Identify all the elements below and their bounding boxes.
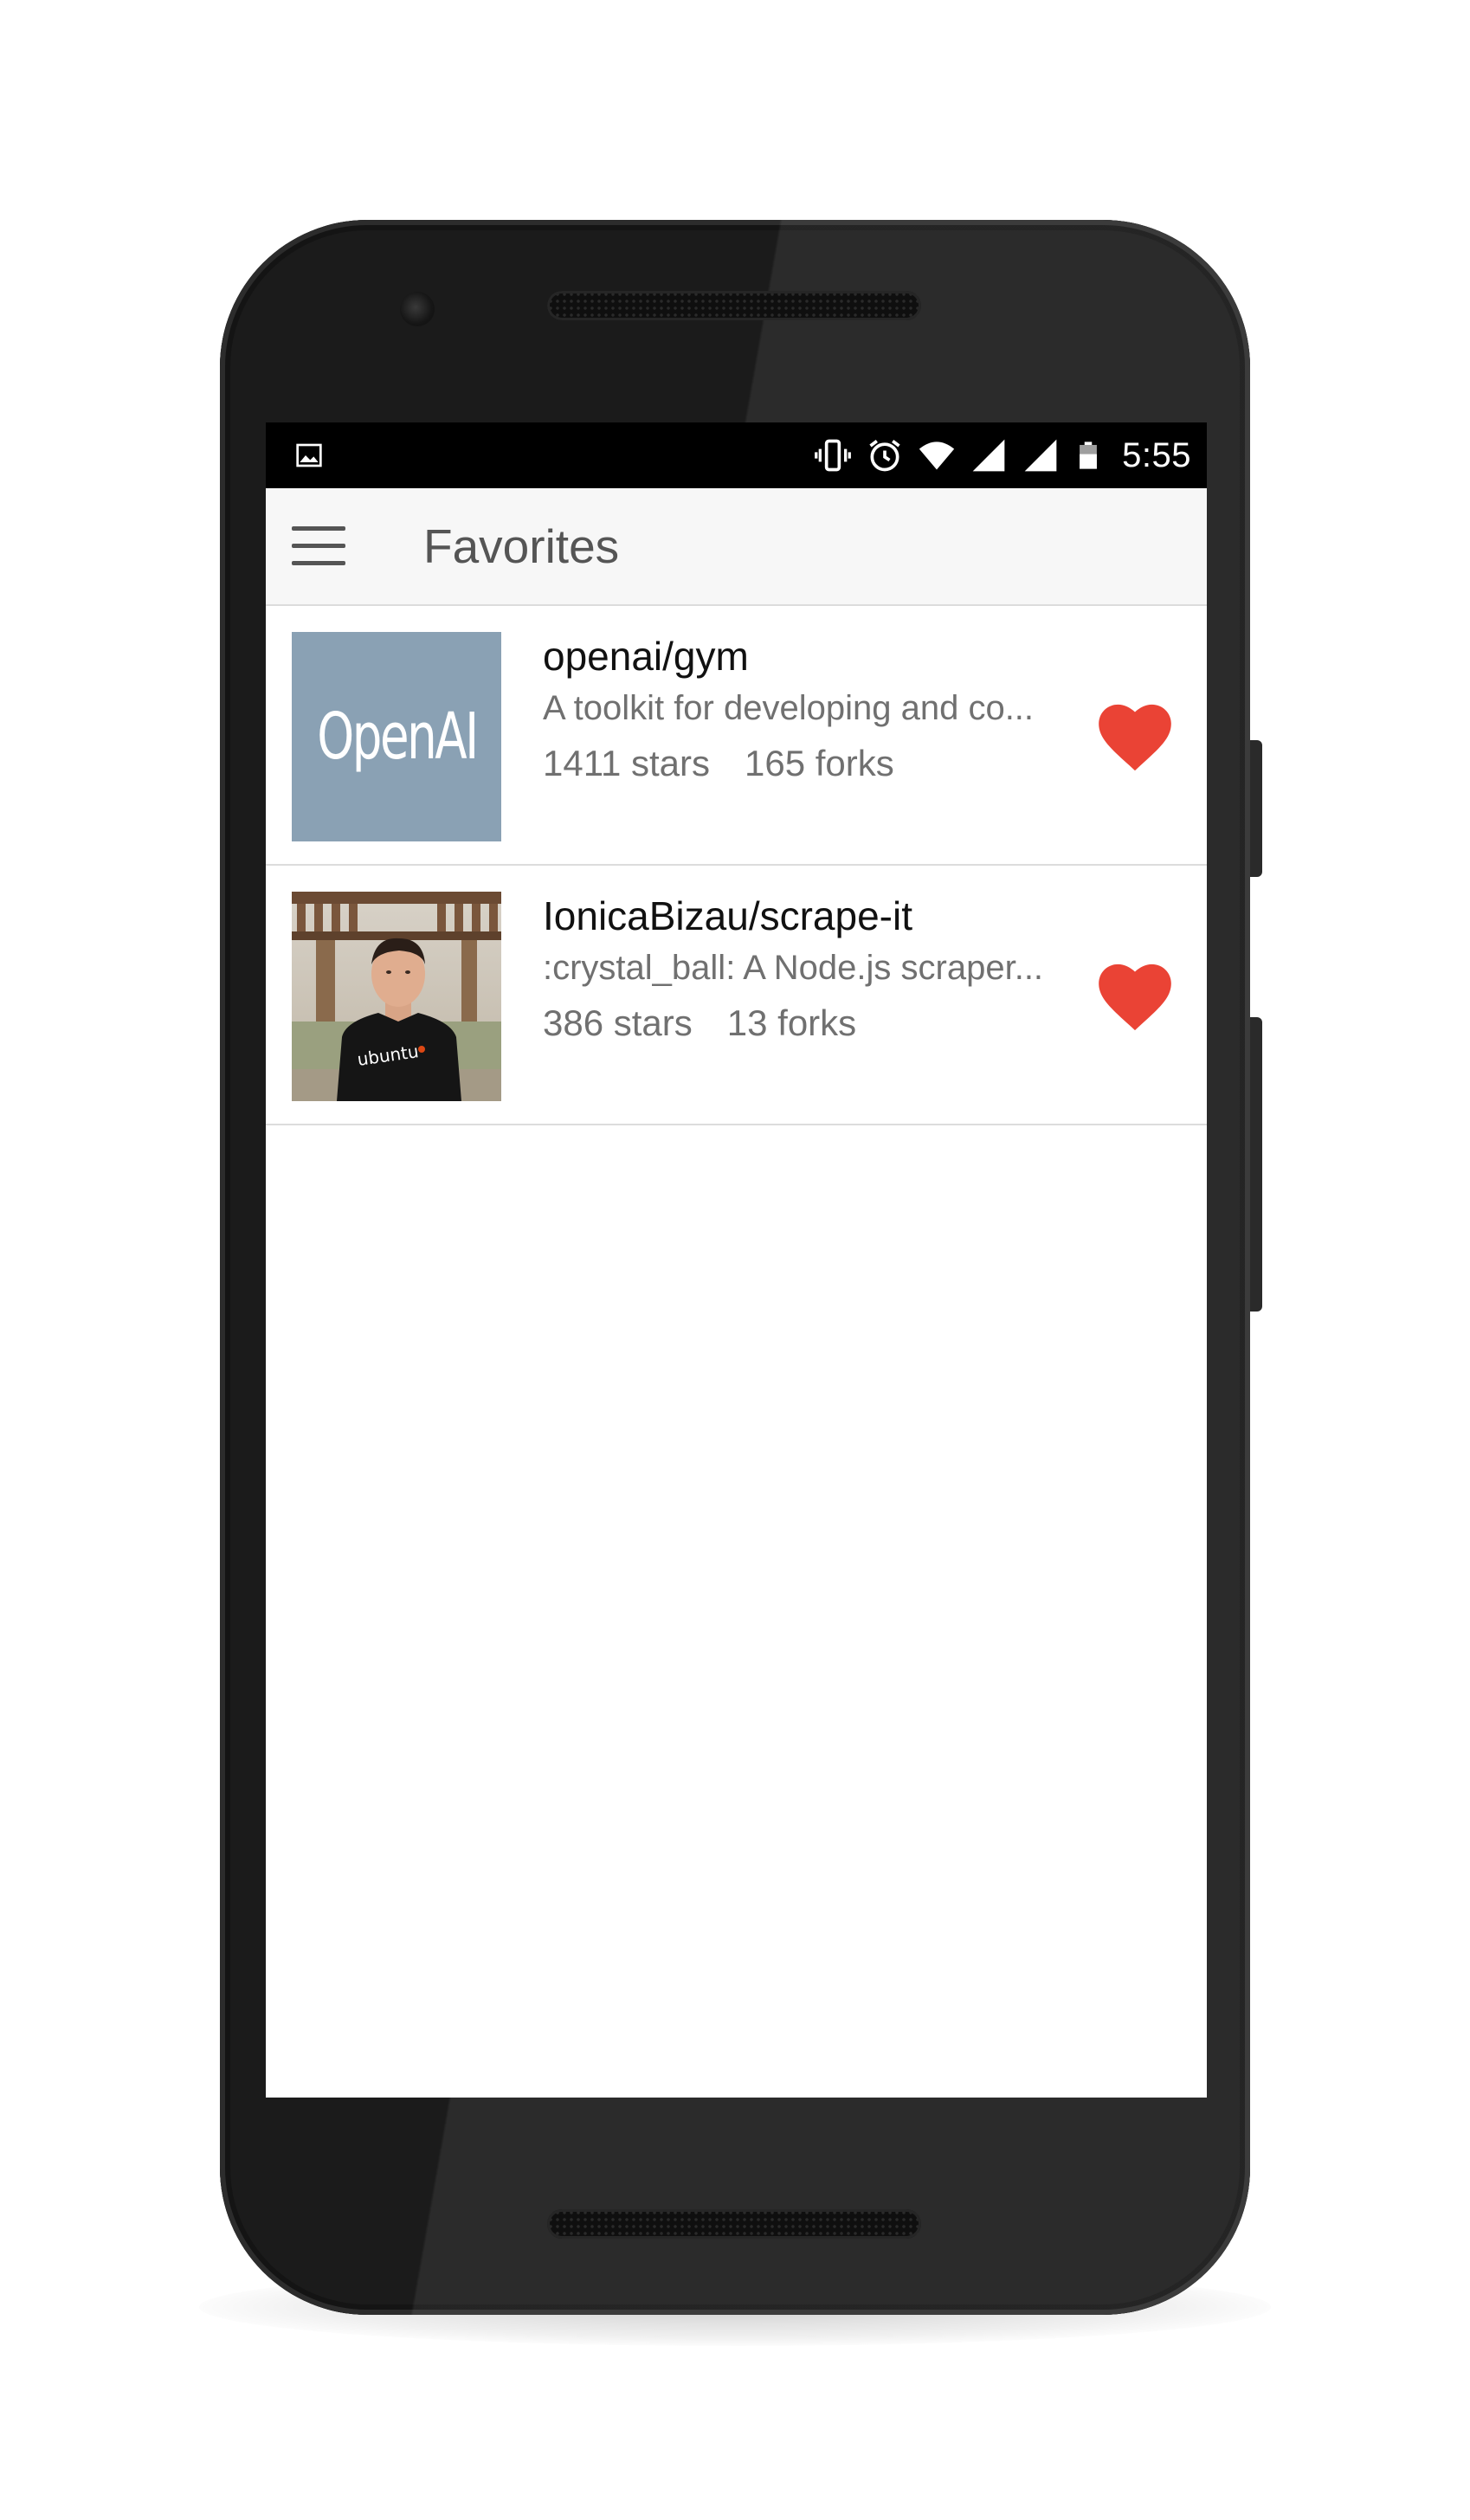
status-icons: 5:55 bbox=[814, 422, 1191, 488]
repo-info: openai/gym A toolkit for developing and … bbox=[543, 630, 1080, 793]
image-icon bbox=[296, 443, 322, 467]
repo-avatar: ubuntu bbox=[292, 892, 501, 1101]
repo-description: :crystal_ball: A Node.js scraper... bbox=[543, 949, 1044, 987]
repo-stars: 386 stars bbox=[543, 1002, 693, 1043]
repo-name: IonicaBizau/scrape-it bbox=[543, 893, 912, 938]
repo-description: A toolkit for developing and co... bbox=[543, 689, 1035, 727]
list-item[interactable]: OpenAI openai/gym A toolkit for developi… bbox=[266, 606, 1207, 866]
status-bar: 5:55 bbox=[266, 422, 1207, 488]
device-stage: 5:55 Favorites OpenAI openai/gym A toolk… bbox=[0, 0, 1470, 2520]
battery-icon bbox=[1080, 441, 1098, 469]
repo-avatar: OpenAI bbox=[292, 632, 501, 841]
user-photo: ubuntu bbox=[292, 892, 501, 1101]
phone-screen: 5:55 Favorites OpenAI openai/gym A toolk… bbox=[266, 422, 1207, 2098]
repo-stats: 1411 stars 165 forks bbox=[543, 734, 1080, 793]
status-time: 5:55 bbox=[1122, 435, 1191, 474]
signal-icon bbox=[1024, 439, 1057, 472]
openai-logo: OpenAI bbox=[316, 699, 479, 774]
list-item[interactable]: ubuntu IonicaBizau/scrape-it :crystal_ba… bbox=[266, 866, 1207, 1125]
front-camera bbox=[400, 292, 435, 326]
signal-icon bbox=[972, 439, 1005, 472]
repo-name: openai/gym bbox=[543, 634, 749, 679]
hamburger-menu-icon[interactable] bbox=[292, 525, 345, 568]
page-title: Favorites bbox=[423, 519, 620, 573]
repo-stars: 1411 stars bbox=[543, 743, 710, 783]
wifi-icon bbox=[919, 441, 955, 470]
power-button bbox=[1250, 740, 1262, 877]
heart-icon[interactable] bbox=[1097, 703, 1173, 772]
top-speaker-grille bbox=[547, 291, 921, 320]
app-bar: Favorites bbox=[266, 488, 1207, 606]
volume-button bbox=[1250, 1017, 1262, 1312]
heart-icon[interactable] bbox=[1097, 963, 1173, 1032]
vibrate-icon bbox=[815, 439, 852, 472]
bottom-speaker-grille bbox=[547, 2209, 921, 2239]
favorites-list: OpenAI openai/gym A toolkit for developi… bbox=[266, 606, 1207, 1125]
repo-info: IonicaBizau/scrape-it :crystal_ball: A N… bbox=[543, 890, 1080, 1053]
repo-stats: 386 stars 13 forks bbox=[543, 994, 1080, 1053]
alarm-icon bbox=[869, 440, 900, 472]
repo-forks: 13 forks bbox=[726, 1002, 857, 1043]
repo-forks: 165 forks bbox=[745, 743, 894, 783]
